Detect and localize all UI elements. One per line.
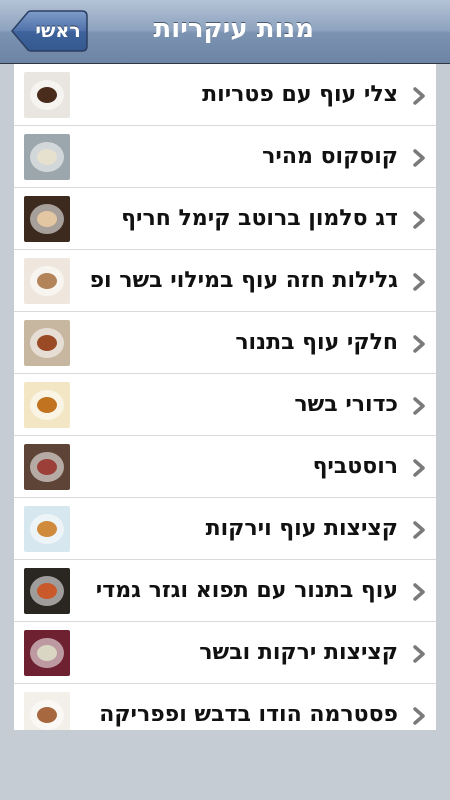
list-item-label: חלקי עוף בתנור [235, 330, 398, 355]
list-item[interactable]: קציצות ירקות ובשר [14, 622, 436, 684]
list-item-label: דג סלמון ברוטב קימל חריף [121, 206, 398, 231]
list-item-label: עוף בתנור עם תפוא וגזר גמדי [95, 578, 398, 603]
recipe-thumbnail [24, 72, 70, 118]
list-item[interactable]: קציצות עוף וירקות [14, 498, 436, 560]
page-title: מנות עיקריות [153, 14, 314, 44]
recipe-thumbnail [24, 506, 70, 552]
recipe-thumbnail [24, 196, 70, 242]
recipe-thumbnail [24, 692, 70, 730]
chevron-right-icon [413, 645, 425, 663]
recipe-thumbnail [24, 134, 70, 180]
chevron-right-icon [413, 583, 425, 601]
list-item[interactable]: גלילות חזה עוף במילוי בשר ופ [14, 250, 436, 312]
list-item[interactable]: דג סלמון ברוטב קימל חריף [14, 188, 436, 250]
recipe-thumbnail [24, 630, 70, 676]
chevron-right-icon [413, 87, 425, 105]
list-item[interactable]: צלי עוף עם פטריות [14, 64, 436, 126]
chevron-right-icon [413, 521, 425, 539]
list-item[interactable]: עוף בתנור עם תפוא וגזר גמדי [14, 560, 436, 622]
recipe-thumbnail [24, 382, 70, 428]
recipe-thumbnail [24, 444, 70, 490]
list-item-label: קציצות עוף וירקות [205, 516, 398, 541]
list-item[interactable]: חלקי עוף בתנור [14, 312, 436, 374]
navigation-bar: ראשי מנות עיקריות [0, 0, 450, 64]
list-item-label: רוסטביף [312, 454, 398, 479]
chevron-right-icon [413, 707, 425, 725]
chevron-right-icon [413, 335, 425, 353]
chevron-right-icon [413, 459, 425, 477]
list-item[interactable]: רוסטביף [14, 436, 436, 498]
list-item-label: קוסקוס מהיר [262, 144, 398, 169]
recipe-thumbnail [24, 258, 70, 304]
back-button-label: ראשי [35, 20, 81, 42]
list-item[interactable]: פסטרמה הודו בדבש ופפריקה [14, 684, 436, 730]
chevron-right-icon [413, 273, 425, 291]
recipe-thumbnail [24, 320, 70, 366]
chevron-right-icon [413, 397, 425, 415]
list-item-label: כדורי בשר [294, 392, 398, 417]
list-item[interactable]: קוסקוס מהיר [14, 126, 436, 188]
back-button[interactable]: ראשי [10, 10, 88, 52]
chevron-right-icon [413, 149, 425, 167]
list-item[interactable]: כדורי בשר [14, 374, 436, 436]
list-item-label: פסטרמה הודו בדבש ופפריקה [99, 702, 398, 727]
chevron-right-icon [413, 211, 425, 229]
list-item-label: קציצות ירקות ובשר [199, 640, 398, 665]
recipe-list: צלי עוף עם פטריות קוסקוס מהיר דג סלמון ב… [14, 64, 436, 730]
list-item-label: גלילות חזה עוף במילוי בשר ופ [89, 268, 398, 293]
recipe-thumbnail [24, 568, 70, 614]
list-item-label: צלי עוף עם פטריות [202, 82, 398, 107]
